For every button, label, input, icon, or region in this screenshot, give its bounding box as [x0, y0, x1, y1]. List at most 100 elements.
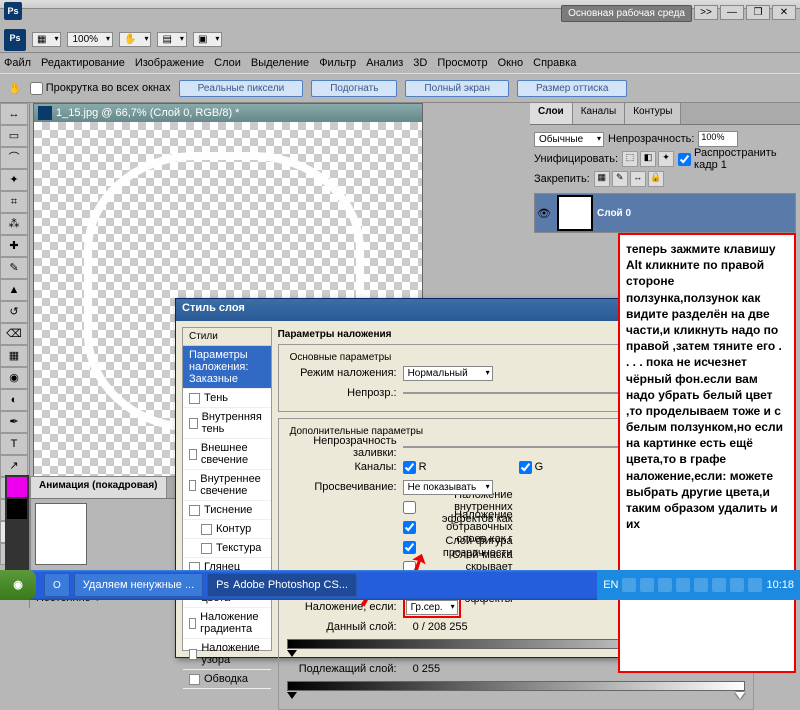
- style-texture[interactable]: Текстура: [183, 539, 271, 558]
- close-button[interactable]: ✕: [772, 5, 796, 20]
- unify-icons[interactable]: ⬚◧✦: [622, 151, 674, 167]
- history-brush-tool[interactable]: ↺: [0, 301, 28, 323]
- layer-row[interactable]: 👁 Слой 0: [534, 193, 796, 233]
- menu-3d[interactable]: 3D: [413, 57, 427, 69]
- menu-image[interactable]: Изображение: [135, 57, 204, 69]
- tray-icon[interactable]: [658, 578, 672, 592]
- brush-tool[interactable]: ✎: [0, 257, 28, 279]
- crop-tool[interactable]: ⌗: [0, 191, 28, 213]
- menu-analysis[interactable]: Анализ: [366, 57, 403, 69]
- blend-if-select[interactable]: Гр.сер.: [406, 600, 458, 615]
- menu-edit[interactable]: Редактирование: [41, 57, 125, 69]
- eyedropper-tool[interactable]: ⁂: [0, 213, 28, 235]
- clock[interactable]: 10:18: [766, 579, 794, 591]
- scroll-all-checkbox[interactable]: Прокрутка во всех окнах: [30, 82, 171, 95]
- blur-tool[interactable]: ◉: [0, 367, 28, 389]
- gradient-tool[interactable]: ▦: [0, 345, 28, 367]
- doc-icon: [38, 106, 52, 120]
- printsize-button[interactable]: Размер оттиска: [517, 80, 627, 97]
- styles-list: Стили Параметры наложения: Заказные Тень…: [182, 327, 272, 651]
- style-drop-shadow[interactable]: Тень: [183, 389, 271, 408]
- zoom-dropdown[interactable]: 100%: [67, 32, 113, 47]
- tray-icon[interactable]: [622, 578, 636, 592]
- underlying-layer-slider[interactable]: [287, 681, 745, 695]
- menu-layers[interactable]: Слои: [214, 57, 241, 69]
- tray-icon[interactable]: [712, 578, 726, 592]
- tab-layers[interactable]: Слои: [530, 103, 573, 124]
- layer-blend-select[interactable]: Обычные: [534, 132, 604, 147]
- channels-label: Каналы:: [287, 461, 397, 473]
- style-inner-glow[interactable]: Внутреннее свечение: [183, 470, 271, 501]
- taskbar-item-2[interactable]: PsAdobe Photoshop CS...: [207, 573, 357, 597]
- menu-filter[interactable]: Фильтр: [319, 57, 356, 69]
- document-titlebar[interactable]: 1_15.jpg @ 66,7% (Слой 0, RGB/8) *: [34, 104, 422, 122]
- layer-opacity-input[interactable]: 100%: [698, 131, 738, 147]
- lock-icons[interactable]: ▦✎↔🔒: [594, 171, 664, 187]
- tray-icon[interactable]: [694, 578, 708, 592]
- layer-name-label[interactable]: Слой 0: [597, 208, 631, 219]
- tray-icon[interactable]: [730, 578, 744, 592]
- channel-g-checkbox[interactable]: G: [519, 461, 629, 474]
- maximize-button[interactable]: ❐: [746, 5, 770, 20]
- propagate-frame-checkbox[interactable]: Распространить кадр 1: [678, 147, 796, 171]
- style-pattern-overlay[interactable]: Наложение узора: [183, 639, 271, 670]
- dialog-titlebar[interactable]: Стиль слоя: [176, 299, 618, 321]
- tray-icon[interactable]: [748, 578, 762, 592]
- style-contour[interactable]: Контур: [183, 520, 271, 539]
- style-blending-options[interactable]: Параметры наложения: Заказные: [183, 346, 271, 389]
- screenmode-dropdown[interactable]: ▣: [193, 32, 222, 47]
- arrange-dropdown[interactable]: ▤: [157, 32, 186, 47]
- style-gradient-overlay[interactable]: Наложение градиента: [183, 608, 271, 639]
- tab-channels[interactable]: Каналы: [573, 103, 626, 124]
- heal-tool[interactable]: ✚: [0, 235, 28, 257]
- tray-icon[interactable]: [676, 578, 690, 592]
- chevrons-button[interactable]: >>: [694, 5, 718, 20]
- black-swatch[interactable]: [7, 499, 27, 519]
- tab-animation[interactable]: Анимация (покадровая): [31, 477, 167, 498]
- tab-paths[interactable]: Контуры: [625, 103, 681, 124]
- minimize-button[interactable]: —: [720, 5, 744, 20]
- taskbar-item-1[interactable]: Удаляем ненужные ...: [74, 573, 203, 597]
- start-button[interactable]: ◉: [0, 570, 36, 600]
- wand-tool[interactable]: ✦: [0, 169, 28, 191]
- style-bevel[interactable]: Тиснение: [183, 501, 271, 520]
- hand-dropdown[interactable]: ✋: [119, 32, 151, 47]
- style-inner-shadow[interactable]: Внутренняя тень: [183, 408, 271, 439]
- lasso-tool[interactable]: ⌒: [0, 147, 28, 169]
- system-tray[interactable]: EN 10:18: [597, 570, 800, 600]
- ps-home-icon[interactable]: Ps: [4, 29, 26, 51]
- visibility-icon[interactable]: 👁: [535, 207, 553, 220]
- tray-icon[interactable]: [640, 578, 654, 592]
- animation-frame-1[interactable]: [35, 503, 87, 565]
- menu-select[interactable]: Выделение: [251, 57, 309, 69]
- unify-label: Унифицировать:: [534, 153, 618, 165]
- pen-tool[interactable]: ✒: [0, 411, 28, 433]
- dodge-tool[interactable]: ◐: [0, 389, 28, 411]
- knockout-select[interactable]: Не показывать: [403, 480, 493, 495]
- quick-launch-icon[interactable]: O: [44, 573, 70, 597]
- menu-view[interactable]: Просмотр: [437, 57, 487, 69]
- path-tool[interactable]: ↗: [0, 455, 28, 477]
- magenta-swatch[interactable]: [7, 477, 27, 497]
- workspace-button[interactable]: Основная рабочая среда: [561, 5, 692, 22]
- lang-indicator[interactable]: EN: [603, 579, 618, 591]
- app-icon: Ps: [4, 2, 22, 20]
- move-tool[interactable]: ↔: [0, 103, 28, 125]
- menu-window[interactable]: Окно: [498, 57, 524, 69]
- layer-thumbnail[interactable]: [557, 195, 593, 231]
- eraser-tool[interactable]: ⌫: [0, 323, 28, 345]
- file-dropdown[interactable]: ▦: [32, 32, 61, 47]
- tutorial-note: теперь зажмите клавишу Alt кликните по п…: [618, 233, 796, 673]
- fit-button[interactable]: Подогнать: [311, 80, 397, 97]
- actual-pixels-button[interactable]: Реальные пиксели: [179, 80, 304, 97]
- stamp-tool[interactable]: ▲: [0, 279, 28, 301]
- style-stroke[interactable]: Обводка: [183, 670, 271, 689]
- blend-mode-select[interactable]: Нормальный: [403, 366, 493, 381]
- channel-r-checkbox[interactable]: R: [403, 461, 513, 474]
- menu-help[interactable]: Справка: [533, 57, 576, 69]
- fullscreen-button[interactable]: Полный экран: [405, 80, 509, 97]
- marquee-tool[interactable]: ▭: [0, 125, 28, 147]
- type-tool[interactable]: T: [0, 433, 28, 455]
- menu-file[interactable]: Файл: [4, 57, 31, 69]
- style-outer-glow[interactable]: Внешнее свечение: [183, 439, 271, 470]
